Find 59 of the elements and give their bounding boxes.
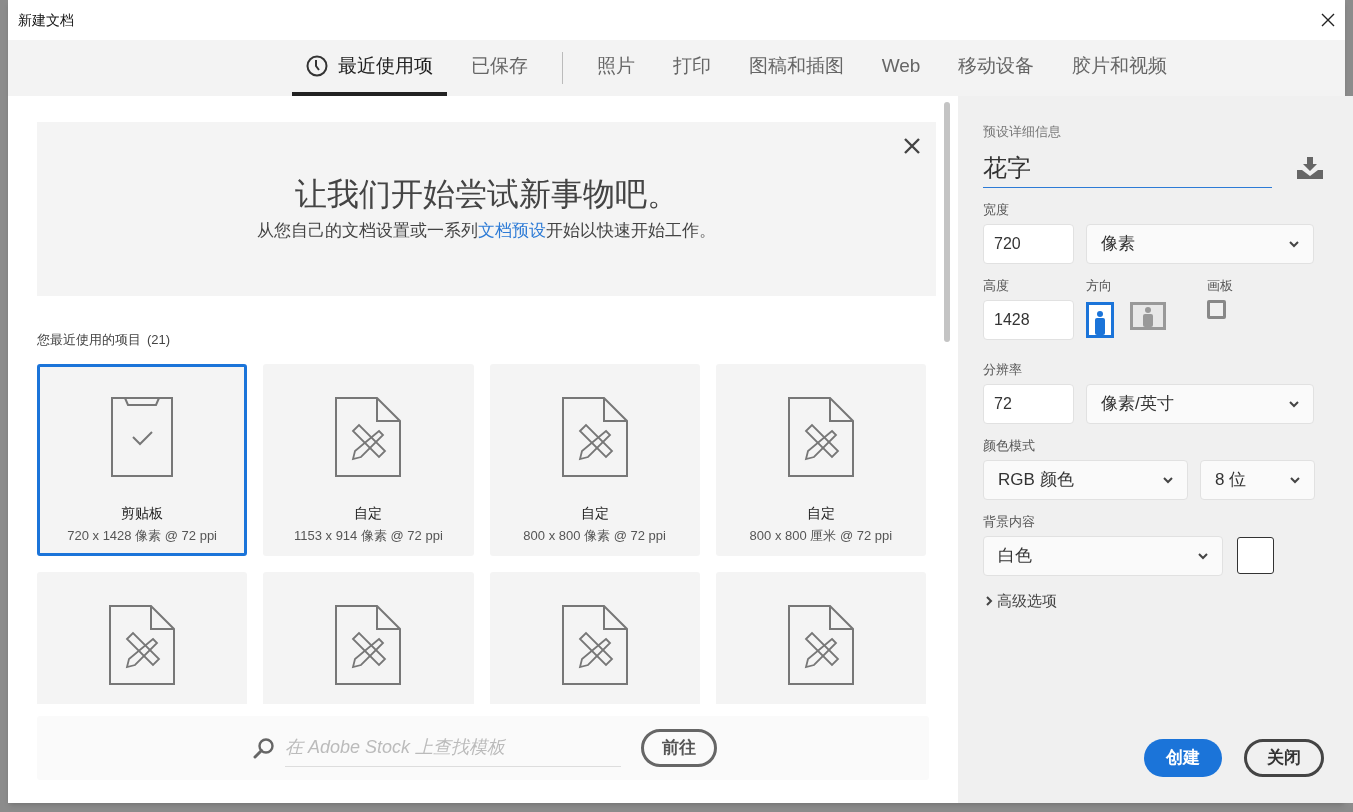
- document-pencil-ruler-icon: [109, 604, 176, 685]
- tab[interactable]: 最近使用项: [291, 40, 447, 96]
- tab[interactable]: 照片: [582, 40, 649, 96]
- width-unit-dropdown[interactable]: 像素: [1086, 223, 1314, 264]
- document-pencil-ruler-icon: [561, 396, 628, 477]
- document-pencil-ruler-icon: [335, 396, 402, 477]
- document-pencil-ruler-icon: [787, 396, 854, 477]
- banner-text: 从您自己的文档设置或一系列文档预设开始以快速开始工作。: [257, 220, 716, 243]
- preset-card[interactable]: 自定 800 x 800 厘米 @ 72 ppi: [715, 363, 926, 556]
- panel-title: 预设详细信息: [983, 123, 1062, 141]
- preset-card[interactable]: 自定 1153 x 914 像素 @ 72 ppi: [263, 363, 474, 556]
- field-label: 高度: [983, 277, 1010, 294]
- field-label: 宽度: [983, 201, 1010, 218]
- preset-card[interactable]: 剪贴板 720 x 1428 像素 @ 72 ppi: [37, 363, 248, 556]
- close-button[interactable]: 关闭: [1244, 739, 1324, 777]
- search-icon: [253, 736, 275, 759]
- section-title: 您最近使用的项目: [37, 331, 141, 349]
- field-label: 分辨率: [983, 361, 1023, 378]
- tab[interactable]: 胶片和视频: [1058, 40, 1182, 96]
- save-preset-icon[interactable]: [1296, 155, 1324, 180]
- item-count: (21): [147, 331, 171, 349]
- document-pencil-ruler-icon: [335, 604, 402, 685]
- close-icon[interactable]: [904, 138, 920, 154]
- background-dropdown[interactable]: 白色: [983, 535, 1223, 576]
- artboard-checkbox[interactable]: [1207, 299, 1226, 319]
- clock-icon: [305, 55, 328, 77]
- landscape-orientation-icon[interactable]: [1130, 301, 1166, 330]
- height-field[interactable]: 1428: [983, 299, 1074, 340]
- field-label: 方向: [1086, 277, 1113, 294]
- tab[interactable]: Web: [867, 40, 935, 96]
- document-presets-link[interactable]: 文档预设: [478, 221, 546, 241]
- chevron-right-icon: [983, 594, 995, 607]
- scrollbar-thumb[interactable]: [944, 102, 950, 342]
- window-title: 新建文档: [18, 10, 74, 30]
- document-pencil-ruler-icon: [561, 604, 628, 685]
- width-field[interactable]: 720: [983, 223, 1074, 264]
- create-button[interactable]: 创建: [1144, 739, 1222, 777]
- clipboard-check-icon: [111, 396, 174, 477]
- preset-card[interactable]: 自定 800 x 800 像素 @ 72 ppi: [489, 363, 700, 556]
- portrait-orientation-icon[interactable]: [1086, 301, 1114, 338]
- field-label: 背景内容: [983, 513, 1036, 530]
- resolution-unit-dropdown[interactable]: 像素/英寸: [1086, 383, 1314, 424]
- tab[interactable]: 已保存: [456, 40, 542, 96]
- tab[interactable]: 图稿和插图: [734, 40, 858, 96]
- preset-name-field[interactable]: 花字: [983, 149, 1272, 188]
- go-button[interactable]: 前往: [641, 728, 717, 767]
- advanced-options-toggle[interactable]: 高级选项: [983, 589, 1057, 612]
- color-mode-dropdown[interactable]: RGB 颜色: [983, 459, 1188, 500]
- tab[interactable]: 打印: [658, 40, 725, 96]
- bit-depth-dropdown[interactable]: 8 位: [1200, 459, 1315, 500]
- field-label: 画板: [1207, 277, 1233, 294]
- tab[interactable]: 移动设备: [944, 40, 1049, 96]
- banner-heading: 让我们开始尝试新事物吧。: [294, 175, 679, 215]
- field-label: 颜色模式: [983, 437, 1036, 454]
- background-color-swatch[interactable]: [1237, 537, 1274, 574]
- close-icon[interactable]: [1321, 13, 1335, 27]
- stock-search-field[interactable]: 在 Adobe Stock 上查找模板: [285, 728, 621, 767]
- document-pencil-ruler-icon: [787, 604, 854, 685]
- resolution-field[interactable]: 72: [983, 383, 1074, 424]
